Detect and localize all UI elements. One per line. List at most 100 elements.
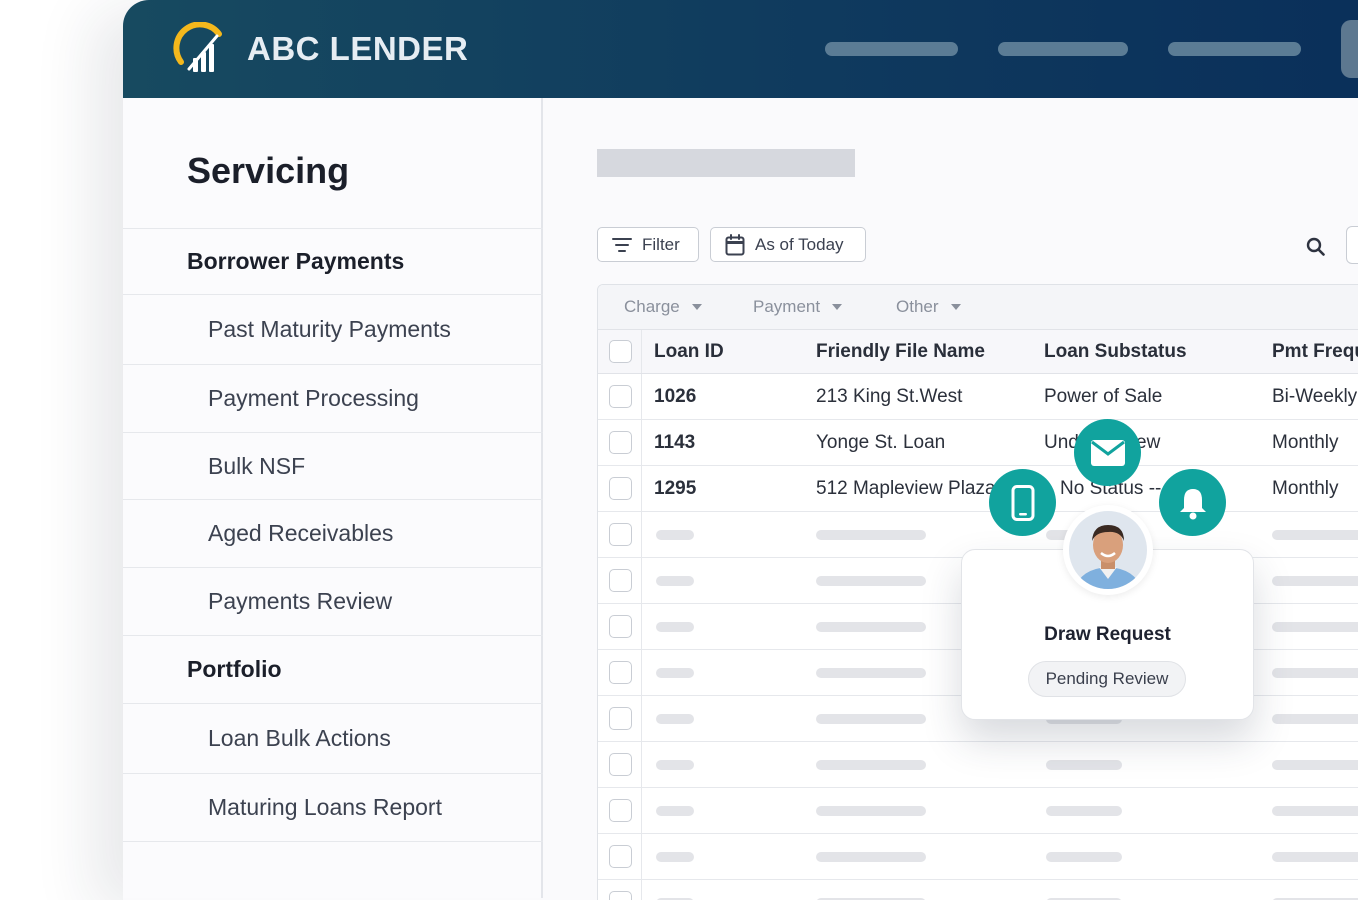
cell-placeholder [1046,760,1122,770]
sidebar-item-label: Maturing Loans Report [208,794,442,820]
cell-placeholder [1046,852,1122,862]
sidebar-item-payment-processing[interactable]: Payment Processing [123,364,543,432]
column-header-loan-substatus[interactable]: Loan Substatus [1044,341,1187,363]
sidebar-section-borrower-payments[interactable]: Borrower Payments [123,228,543,294]
row-select-cell [598,696,642,741]
search-icon[interactable] [1305,236,1327,258]
user-portrait-icon [1069,511,1147,589]
status-badge: Pending Review [1028,661,1186,697]
search-input[interactable] [1346,226,1358,264]
row-checkbox[interactable] [609,891,632,900]
row-checkbox[interactable] [609,707,632,730]
loan-id-cell: 1143 [654,432,696,453]
cell-placeholder [656,576,694,586]
sidebar-item-bulk-nsf[interactable]: Bulk NSF [123,432,543,499]
select-all-checkbox[interactable] [609,340,632,363]
cell-placeholder [1272,668,1358,678]
nav-link-placeholder[interactable] [1168,42,1301,56]
email-notification-button[interactable] [1074,419,1141,486]
row-select-cell [598,604,642,649]
notification-title: Draw Request [1044,624,1171,645]
table-row-placeholder [598,834,1358,880]
cell-placeholder [656,760,694,770]
column-filter-row: Charge Payment Other [598,285,1358,330]
sidebar-item-loan-bulk-actions[interactable]: Loan Bulk Actions [123,703,543,773]
calendar-icon [725,233,745,255]
row-select-cell [598,650,642,695]
table-header-row: Loan ID Friendly File Name Loan Substatu… [598,330,1358,374]
filter-button[interactable]: Filter [597,227,699,262]
table-row[interactable]: 1026 213 King St.West Power of Sale Bi-W… [598,374,1358,420]
cell-placeholder [656,668,694,678]
sidebar-item-label: Borrower Payments [187,248,405,274]
sidebar-item-payments-review[interactable]: Payments Review [123,567,543,635]
row-checkbox[interactable] [609,431,632,454]
payment-filter-dropdown[interactable]: Payment [753,297,843,317]
column-header-friendly-file-name[interactable]: Friendly File Name [816,341,985,363]
select-all-column [598,330,642,373]
nav-link-placeholder[interactable] [998,42,1128,56]
row-select-cell [598,834,642,879]
row-checkbox[interactable] [609,753,632,776]
cell-placeholder [1272,576,1358,586]
sidebar-title: Servicing [187,150,350,191]
other-filter-dropdown[interactable]: Other [896,297,961,317]
cell-placeholder [1272,852,1358,862]
table-row-placeholder [598,742,1358,788]
sidebar-item-maturing-loans-report[interactable]: Maturing Loans Report [123,773,543,841]
pmt-frequency-cell: Bi-Weekly [1272,386,1358,407]
cell-placeholder [1272,806,1358,816]
alert-notification-button[interactable] [1159,469,1226,536]
row-checkbox[interactable] [609,845,632,868]
avatar [1063,505,1153,595]
sidebar-item-label: Loan Bulk Actions [208,725,391,751]
gauge-logo-icon [173,22,222,72]
table-row-placeholder [598,788,1358,834]
sidebar-item-label: Aged Receivables [208,520,394,546]
table-row[interactable]: 1143 Yonge St. Loan Und ew Monthly [598,420,1358,466]
chevron-down-icon [950,304,961,310]
sidebar-item-aged-receivables[interactable]: Aged Receivables [123,499,543,567]
sidebar-section-portfolio[interactable]: Portfolio [123,635,543,703]
row-checkbox[interactable] [609,615,632,638]
row-checkbox[interactable] [609,523,632,546]
row-select-cell [598,374,642,419]
cell-placeholder [816,806,926,816]
sidebar-item-label: Payments Review [208,588,393,614]
cell-placeholder [1272,622,1358,632]
row-checkbox[interactable] [609,799,632,822]
sidebar-item-past-maturity-payments[interactable]: Past Maturity Payments [123,294,543,364]
user-menu-button[interactable] [1341,20,1358,78]
chevron-down-icon [832,304,843,310]
row-select-cell [598,512,642,557]
cell-placeholder [816,576,926,586]
table-row[interactable]: 1295 512 Mapleview Plaza - No Status -- … [598,466,1358,512]
filter-icon [612,237,632,252]
column-header-pmt-frequency[interactable]: Pmt Frequ [1272,341,1358,363]
cell-placeholder [656,530,694,540]
date-range-button[interactable]: As of Today [710,227,866,262]
row-select-cell [598,466,642,511]
sidebar-item-label: Portfolio [187,656,282,682]
charge-filter-dropdown[interactable]: Charge [624,297,702,317]
cell-placeholder [656,806,694,816]
sidebar: Servicing Borrower Payments Past Maturit… [123,98,543,898]
row-checkbox[interactable] [609,477,632,500]
cell-placeholder [816,530,926,540]
cell-placeholder [656,622,694,632]
email-icon [1090,439,1125,466]
cell-placeholder [1272,760,1358,770]
loan-id-cell: 1295 [654,478,697,499]
app-window: ABC LENDER Servicing Borrower Payments P… [123,0,1358,900]
nav-link-placeholder[interactable] [825,42,958,56]
column-header-loan-id[interactable]: Loan ID [654,341,724,363]
brand-name: ABC LENDER [247,30,469,67]
sms-notification-button[interactable] [989,469,1056,536]
row-checkbox[interactable] [609,661,632,684]
chevron-down-icon [691,304,702,310]
sidebar-item-placeholder[interactable] [123,841,543,900]
cell-placeholder [816,714,926,724]
row-checkbox[interactable] [609,385,632,408]
cell-placeholder [816,668,926,678]
row-checkbox[interactable] [609,569,632,592]
